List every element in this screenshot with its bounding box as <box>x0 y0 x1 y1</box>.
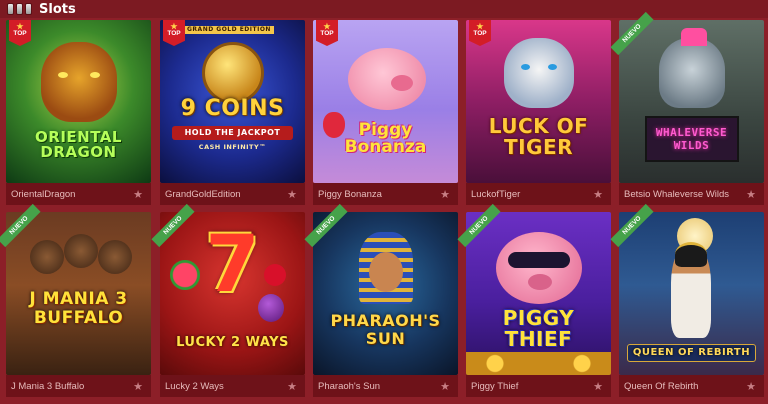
favorite-star-icon[interactable]: ★ <box>131 380 151 393</box>
favorite-star-icon[interactable]: ★ <box>591 380 611 393</box>
favorite-star-icon[interactable]: ★ <box>744 188 764 201</box>
game-card[interactable]: PHARAOH'S SUN NUEVO Pharaoh's Sun ★ <box>304 203 458 397</box>
game-art-title: QUEEN OF REBIRTH <box>627 344 756 362</box>
buffalo-art-1 <box>30 240 64 274</box>
tiger-eye-left <box>521 64 530 70</box>
game-card[interactable]: ORIENTAL DRAGON ★ TOP OrientalDragon ★ <box>6 20 151 205</box>
game-thumbnail[interactable]: WHALEVERSE WILDS <box>619 20 764 183</box>
game-caption: Queen Of Rebirth ★ <box>619 375 764 397</box>
game-art-corner: GRAND GOLD EDITION <box>184 26 274 34</box>
pharaoh-face-art <box>369 252 403 292</box>
game-thumbnail[interactable]: PHARAOH'S SUN <box>313 212 458 375</box>
game-art-title: LUCKY 2 WAYS <box>176 335 289 350</box>
game-thumbnail[interactable]: PIGGY THIEF <box>466 212 611 375</box>
game-card[interactable]: 7 LUCKY 2 WAYS NUEVO Lucky 2 Ways ★ <box>151 203 305 397</box>
plum-art <box>258 294 284 322</box>
game-caption: LuckofTiger ★ <box>466 183 611 205</box>
game-card[interactable]: QUEEN OF REBIRTH NUEVO Queen Of Rebirth … <box>610 203 764 397</box>
watermelon-art <box>170 260 200 290</box>
game-thumbnail[interactable]: 7 LUCKY 2 WAYS <box>160 212 305 375</box>
game-card[interactable]: Piggy Bonanza ★ TOP Piggy Bonanza ★ <box>313 20 458 205</box>
favorite-star-icon[interactable]: ★ <box>744 380 764 393</box>
favorite-star-icon[interactable]: ★ <box>285 380 305 393</box>
favorite-star-icon[interactable]: ★ <box>438 380 458 393</box>
game-thumbnail[interactable]: ORIENTAL DRAGON <box>6 20 151 183</box>
game-art-title: LUCK OF TIGER <box>488 114 589 159</box>
game-card[interactable]: GRAND GOLD EDITION 9 COINS HOLD THE JACK… <box>160 20 305 205</box>
favorite-star-icon[interactable]: ★ <box>591 188 611 201</box>
section-header: Slots <box>0 0 768 18</box>
dragon-eye-left <box>58 72 68 78</box>
dragon-head-art <box>41 42 117 122</box>
tiger-eye-right <box>548 64 557 70</box>
game-thumbnail[interactable]: Piggy Bonanza <box>313 20 458 183</box>
game-art-title: PIGGY THIEF <box>502 306 575 351</box>
game-name: Piggy Bonanza <box>318 188 382 200</box>
game-name: GrandGoldEdition <box>165 188 241 200</box>
game-card[interactable]: J MANIA 3 BUFFALO NUEVO J Mania 3 Buffal… <box>0 203 151 397</box>
game-art-title: WHALEVERSE WILDS <box>655 126 728 153</box>
pig-head-art <box>348 48 426 110</box>
pig-head-art <box>496 232 582 304</box>
dragon-eye-right <box>90 72 100 78</box>
section-title: Slots <box>39 1 76 17</box>
game-card[interactable]: WHALEVERSE WILDS NUEVO Betsio Whaleverse… <box>610 11 764 205</box>
game-name: Piggy Thief <box>471 380 519 392</box>
game-caption: Piggy Thief ★ <box>466 375 611 397</box>
game-caption: OrientalDragon ★ <box>6 183 151 205</box>
top-badge: ★ TOP <box>469 20 491 46</box>
buffalo-art-3 <box>98 240 132 274</box>
game-card[interactable]: PIGGY THIEF NUEVO Piggy Thief ★ <box>457 203 611 397</box>
game-art-title: ORIENTAL DRAGON <box>35 128 122 161</box>
favorite-star-icon[interactable]: ★ <box>285 188 305 201</box>
cherry-art <box>264 264 286 286</box>
buffalo-art-2 <box>64 234 98 268</box>
top-badge: ★ TOP <box>316 20 338 46</box>
game-caption: Lucky 2 Ways ★ <box>160 375 305 397</box>
game-card[interactable]: LUCK OF TIGER ★ TOP LuckofTiger ★ <box>466 20 611 205</box>
favorite-star-icon[interactable]: ★ <box>131 188 151 201</box>
pig-snout <box>528 274 552 290</box>
pig-mask-art <box>508 252 570 268</box>
game-caption: Piggy Bonanza ★ <box>313 183 458 205</box>
game-thumbnail[interactable]: QUEEN OF REBIRTH <box>619 212 764 375</box>
slot-machine-icon <box>7 3 33 15</box>
game-art-title: PHARAOH'S SUN <box>330 311 441 348</box>
game-art-subtitle: HOLD THE JACKPOT <box>172 126 293 140</box>
game-caption: Betsio Whaleverse Wilds ★ <box>619 183 764 205</box>
game-art-subtitle-2: CASH INFINITY™ <box>198 143 267 151</box>
game-caption: J Mania 3 Buffalo ★ <box>6 375 151 397</box>
game-name: Betsio Whaleverse Wilds <box>624 188 730 200</box>
game-caption: Pharaoh's Sun ★ <box>313 375 458 397</box>
game-thumbnail[interactable]: J MANIA 3 BUFFALO <box>6 212 151 375</box>
top-badge: ★ TOP <box>163 20 185 46</box>
game-name: J Mania 3 Buffalo <box>11 380 85 392</box>
game-art-title: Piggy Bonanza <box>344 120 427 157</box>
tiger-head-art <box>504 38 574 108</box>
game-thumbnail[interactable]: LUCK OF TIGER <box>466 20 611 183</box>
mohawk-art <box>681 28 707 46</box>
game-name: Lucky 2 Ways <box>165 380 224 392</box>
game-art-title: 9 COINS <box>180 96 285 121</box>
gold-coins-art <box>466 352 611 375</box>
pig-snout <box>391 75 413 91</box>
games-grid: ORIENTAL DRAGON ★ TOP OrientalDragon ★ GR… <box>0 11 768 404</box>
game-name: Queen Of Rebirth <box>624 380 699 392</box>
game-name: OrientalDragon <box>11 188 76 200</box>
whale-character-art <box>659 38 725 108</box>
game-name: Pharaoh's Sun <box>318 380 381 392</box>
gold-coin-art <box>202 42 264 104</box>
top-badge: ★ TOP <box>9 20 31 46</box>
game-caption: GrandGoldEdition ★ <box>160 183 305 205</box>
game-thumbnail[interactable]: GRAND GOLD EDITION 9 COINS HOLD THE JACK… <box>160 20 305 183</box>
queen-headdress-art <box>675 242 707 267</box>
favorite-star-icon[interactable]: ★ <box>438 188 458 201</box>
game-art-title: J MANIA 3 BUFFALO <box>29 289 128 328</box>
game-name: LuckofTiger <box>471 188 521 200</box>
